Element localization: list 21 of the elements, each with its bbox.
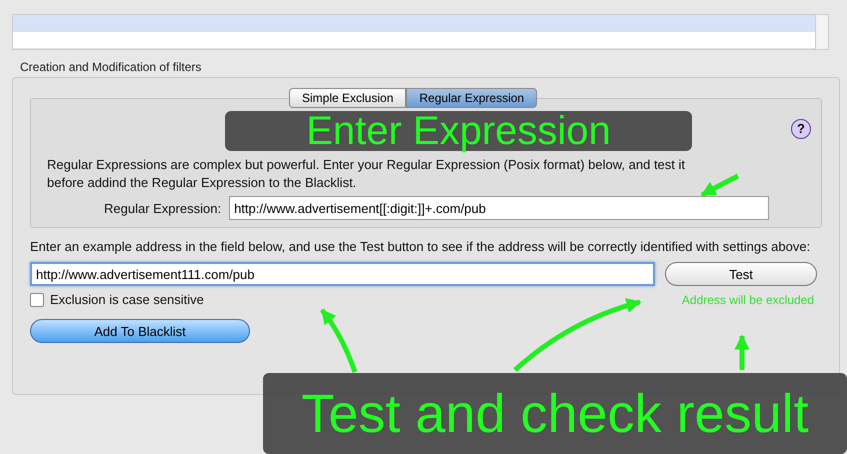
callout-label: Enter Expression bbox=[225, 111, 692, 151]
list-row[interactable] bbox=[13, 15, 815, 32]
scrollbar[interactable] bbox=[815, 15, 828, 49]
checkbox[interactable] bbox=[30, 292, 44, 306]
result-message: Address will be excluded bbox=[682, 292, 814, 306]
field-label: Regular Expression: bbox=[104, 200, 222, 216]
checkbox-label: Exclusion is case sensitive bbox=[50, 292, 204, 307]
arrow bbox=[320, 308, 358, 373]
add-to-blacklist-button[interactable]: Add To Blacklist bbox=[30, 319, 250, 343]
section-title: Creation and Modification of filters bbox=[20, 60, 202, 74]
help-button[interactable]: ? bbox=[791, 119, 811, 139]
address-input-field[interactable]: http://www.advertisement111.com/pub bbox=[30, 262, 655, 286]
arrow bbox=[734, 334, 750, 370]
tab[interactable]: Regular Expression bbox=[406, 88, 538, 108]
regex-input-field[interactable]: http://www.advertisement[[:digit:]]+.com/pub bbox=[229, 196, 770, 220]
callout-label: Test and check result bbox=[263, 373, 847, 454]
arrow bbox=[700, 174, 740, 198]
test-button[interactable]: Test bbox=[665, 262, 817, 286]
tab[interactable]: Simple Exclusion bbox=[289, 88, 406, 108]
description-text: Regular Expressions are complex but powerful. Enter your Regular Expression (Posix format) below, and test it before addind the Regular Expression to the Blacklist. bbox=[47, 156, 686, 192]
instruction-text: Enter an example address in the field below, and use the Test button to see if the address will be correctly identified with settings above: bbox=[30, 238, 812, 256]
